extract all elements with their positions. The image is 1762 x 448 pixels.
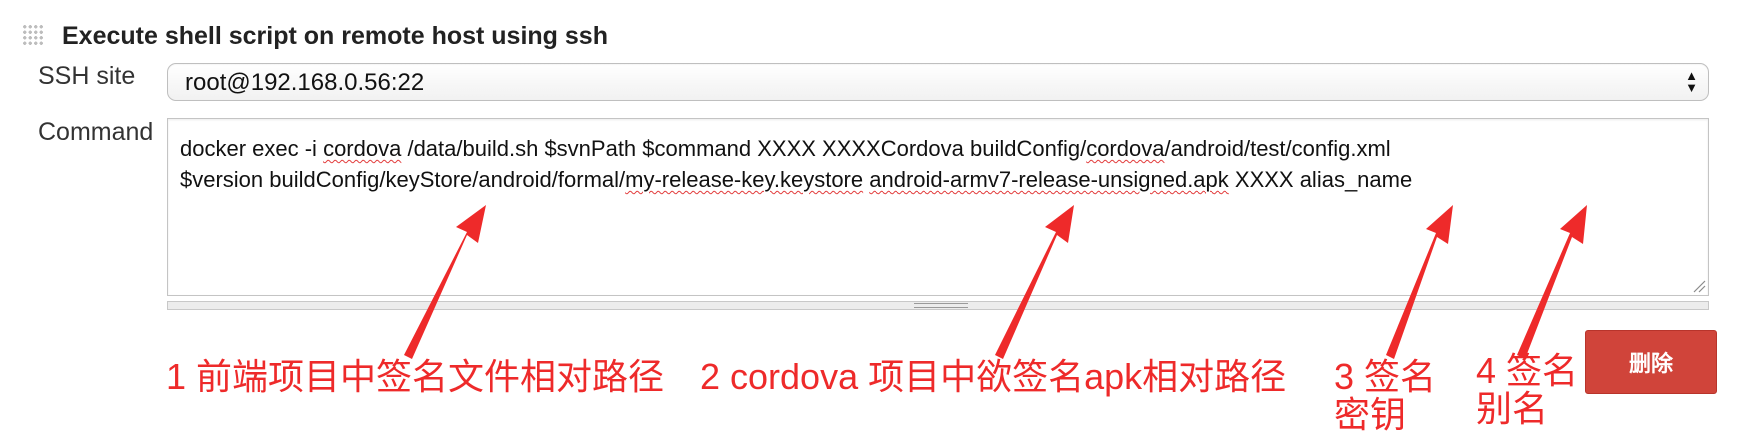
annotation-2: 2 cordova 项目中欲签名apk相对路径 — [700, 356, 1287, 397]
annotation-4-line2: 别名 — [1476, 388, 1549, 429]
annotation-arrow-2 — [995, 205, 1074, 359]
annotation-3-line2: 密钥 — [1334, 394, 1407, 435]
annotation-3: 3 签名 密钥 — [1334, 358, 1436, 434]
annotation-4-line1: 4 签名 — [1476, 350, 1579, 391]
annotation-1: 1 前端项目中签名文件相对路径 — [166, 356, 665, 397]
annotation-3-line1: 3 签名 — [1334, 356, 1437, 397]
annotation-4: 4 签名 别名 — [1476, 352, 1578, 428]
annotation-arrow-1 — [404, 205, 486, 359]
annotation-arrow-4 — [1517, 205, 1587, 359]
annotation-arrow-3 — [1386, 205, 1453, 359]
